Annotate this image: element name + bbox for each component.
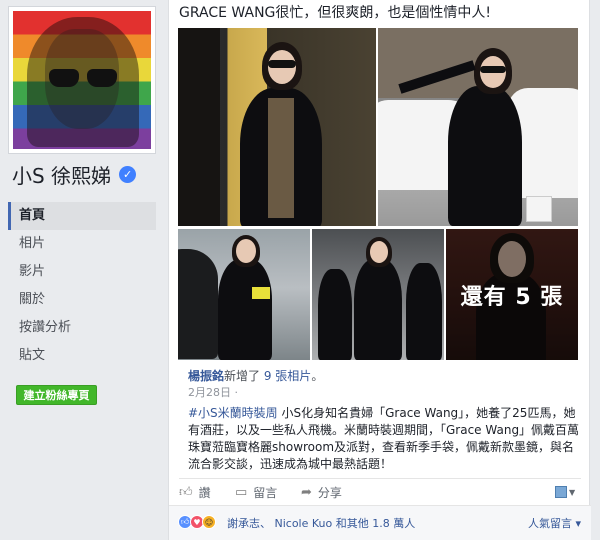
like-thumb-icon: 👍︎ [179, 485, 193, 500]
photo-count-link[interactable]: 9 張相片 [264, 369, 311, 383]
page-title[interactable]: 小S 徐熙娣 ✓ [12, 160, 137, 189]
chevron-down-icon: ▼ [569, 487, 576, 497]
audience-photo-icon [555, 486, 567, 498]
like-label: 讚 [198, 486, 211, 500]
reaction-icons[interactable]: 👍︎ ♥ ☺ [178, 515, 216, 529]
reactions-bar: 👍︎ ♥ ☺ 謝承志、 Nicole Kuo 和其他 1.8 萬人 人氣留言 ▾ [169, 505, 591, 540]
verified-badge-icon: ✓ [119, 166, 137, 183]
sidebar-item-about[interactable]: 關於 [8, 286, 156, 314]
more-photos-overlay: 還有 5 張 [446, 229, 578, 360]
reaction-summary[interactable]: 謝承志、 Nicole Kuo 和其他 1.8 萬人 [227, 515, 415, 531]
haha-reaction-icon: ☺ [202, 515, 216, 529]
profile-photo [13, 11, 151, 149]
divider [179, 478, 581, 479]
post-text: GRACE WANG很忙，但很爽朗，也是個性情中人! [179, 5, 491, 21]
sidebar-nav: 首頁 相片 影片 關於 按讚分析 貼文 [8, 202, 156, 370]
post-photo[interactable] [178, 28, 376, 226]
post-photo[interactable] [312, 229, 444, 360]
comment-icon: ▭ [235, 485, 248, 500]
hashtag-link[interactable]: #小S米蘭時裝周 [188, 406, 278, 420]
like-button[interactable]: 👍︎ 讚 [179, 484, 211, 501]
profile-picture[interactable] [8, 6, 156, 154]
more-photos-label: 還有 5 張 [460, 284, 564, 310]
share-icon: ➦ [301, 485, 312, 500]
post-body: #小S米蘭時裝周 小S化身知名貴婦「Grace Wang」，她養了25匹馬，她有… [188, 405, 586, 473]
sidebar-item-photos[interactable]: 相片 [8, 230, 156, 258]
attribution-suffix: 。 [311, 369, 324, 383]
post-card: GRACE WANG很忙，但很爽朗，也是個性情中人! 還有 5 張 楊振銘新增了… [168, 0, 591, 540]
sidebar-item-home[interactable]: 首頁 [8, 202, 156, 230]
post-photo[interactable] [378, 28, 578, 226]
page-name-text: 小S 徐熙娣 [12, 164, 112, 188]
create-page-button[interactable]: 建立粉絲專頁 [16, 385, 97, 405]
comment-label: 留言 [253, 486, 278, 500]
sidebar-item-posts[interactable]: 貼文 [8, 342, 156, 370]
comment-button[interactable]: ▭ 留言 [235, 484, 277, 501]
author-link[interactable]: 楊振銘 [188, 369, 224, 383]
post-timestamp[interactable]: 2月28日 · [188, 384, 238, 400]
comment-sort-dropdown[interactable]: 人氣留言 ▾ [528, 515, 581, 531]
sidebar-item-videos[interactable]: 影片 [8, 258, 156, 286]
left-column: 小S 徐熙娣 ✓ 首頁 相片 影片 關於 按讚分析 貼文 建立粉絲專頁 [0, 0, 168, 540]
attribution-action: 新增了 [224, 369, 261, 383]
audience-selector[interactable]: ▼ [555, 484, 579, 500]
sidebar-item-likes[interactable]: 按讚分析 [8, 314, 156, 342]
share-label: 分享 [317, 486, 342, 500]
share-button[interactable]: ➦ 分享 [301, 484, 342, 501]
post-photo[interactable] [178, 229, 310, 360]
more-photos-tile[interactable]: 還有 5 張 [446, 229, 578, 360]
photo-attribution: 楊振銘新增了 9 張相片。 [188, 367, 323, 384]
